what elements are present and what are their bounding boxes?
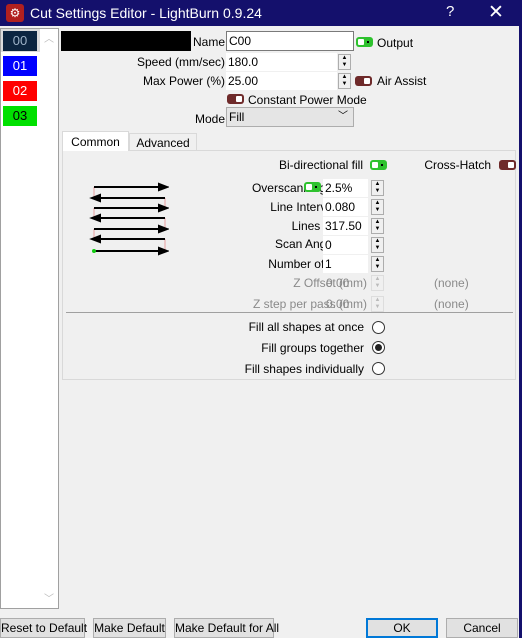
max-power-input[interactable]: 25.00: [226, 72, 337, 90]
max-power-spinner[interactable]: ▲ ▼: [338, 73, 351, 89]
lines-per-inch-spinner[interactable]: ▲ ▼: [371, 218, 384, 234]
scroll-up-icon[interactable]: ︿: [44, 30, 54, 45]
cross-hatch-label: Cross-Hatch: [424, 158, 491, 172]
constant-power-toggle[interactable]: [227, 94, 244, 104]
mode-value: Fill: [229, 110, 245, 124]
z-step-spinner: ▲ ▼: [371, 296, 384, 312]
z-offset-note: (none): [434, 276, 469, 290]
output-label: Output: [377, 36, 414, 50]
name-label: Name: [192, 35, 225, 49]
layer-color-swatch: [61, 31, 191, 51]
help-button[interactable]: ?: [446, 3, 454, 20]
common-panel: Bi-directional fill Cross-Hatch Overscan…: [62, 150, 516, 380]
make-default-button[interactable]: Make Default: [93, 618, 166, 638]
fill-groups-label: Fill groups together: [261, 341, 364, 355]
make-default-for-all-button[interactable]: Make Default for All: [174, 618, 279, 638]
fill-preview-diagram: [89, 182, 169, 256]
layer-item-00[interactable]: 00: [3, 31, 37, 51]
layer-item-03[interactable]: 03: [3, 106, 37, 126]
overscanning-spinner[interactable]: ▲ ▼: [371, 180, 384, 196]
layer-item-01[interactable]: 01: [3, 56, 37, 76]
overscanning-toggle[interactable]: [304, 182, 321, 192]
z-step-label: Z step per pass (mm): [252, 297, 367, 311]
name-input[interactable]: C00: [226, 31, 354, 51]
z-step-input: 0.00: [326, 297, 350, 311]
mode-label: Mode: [194, 112, 225, 126]
scroll-down-icon[interactable]: ﹀: [44, 590, 54, 605]
chevron-down-icon: ﹀: [338, 111, 348, 122]
layer-item-02[interactable]: 02: [3, 81, 37, 101]
line-interval-spinner[interactable]: ▲ ▼: [371, 199, 384, 215]
title-bar: ⚙ Cut Settings Editor - LightBurn 0.9.24…: [0, 0, 522, 26]
z-offset-spinner: ▲ ▼: [371, 275, 384, 291]
scan-angle-spinner[interactable]: ▲ ▼: [371, 237, 384, 253]
air-assist-label: Air Assist: [377, 74, 427, 88]
overscanning-input[interactable]: 2.5%: [323, 179, 368, 197]
layer-list-scrollbar[interactable]: ︿ ﹀: [40, 28, 58, 608]
bidirectional-fill-toggle[interactable]: [370, 160, 387, 170]
number-of-passes-spinner[interactable]: ▲ ▼: [371, 256, 384, 272]
close-button[interactable]: ✕: [488, 1, 504, 24]
z-offset-input: 0.00: [326, 276, 350, 290]
number-of-passes-input[interactable]: 1: [323, 255, 368, 273]
air-assist-toggle[interactable]: [355, 76, 372, 86]
lightburn-logo-icon: ⚙: [6, 4, 24, 22]
fill-groups-radio[interactable]: [372, 341, 385, 354]
fill-all-radio[interactable]: [372, 321, 385, 334]
max-power-label: Max Power (%): [142, 74, 225, 88]
cancel-button[interactable]: Cancel: [446, 618, 518, 638]
divider: [66, 312, 513, 313]
cross-hatch-toggle[interactable]: [499, 160, 516, 170]
bidirectional-fill-label: Bi-directional fill: [278, 158, 363, 172]
tab-advanced[interactable]: Advanced: [129, 133, 197, 151]
speed-label: Speed (mm/sec): [136, 55, 225, 69]
lines-per-inch-input[interactable]: 317.50: [323, 217, 368, 235]
mode-select[interactable]: Fill ﹀: [226, 107, 354, 127]
tab-common[interactable]: Common: [62, 131, 129, 151]
ok-button[interactable]: OK: [366, 618, 438, 638]
line-interval-input[interactable]: 0.080: [323, 198, 368, 216]
output-toggle[interactable]: [356, 37, 373, 47]
z-step-note: (none): [434, 297, 469, 311]
reset-to-default-button[interactable]: Reset to Default: [0, 618, 87, 638]
fill-all-label: Fill all shapes at once: [248, 320, 364, 334]
speed-spinner[interactable]: ▲ ▼: [338, 54, 351, 70]
fill-individually-radio[interactable]: [372, 362, 385, 375]
fill-individually-label: Fill shapes individually: [244, 362, 364, 376]
scan-angle-input[interactable]: 0: [323, 236, 368, 254]
speed-input[interactable]: 180.0: [226, 53, 337, 71]
constant-power-label: Constant Power Mode: [248, 93, 367, 107]
window-title: Cut Settings Editor - LightBurn 0.9.24: [30, 5, 262, 21]
